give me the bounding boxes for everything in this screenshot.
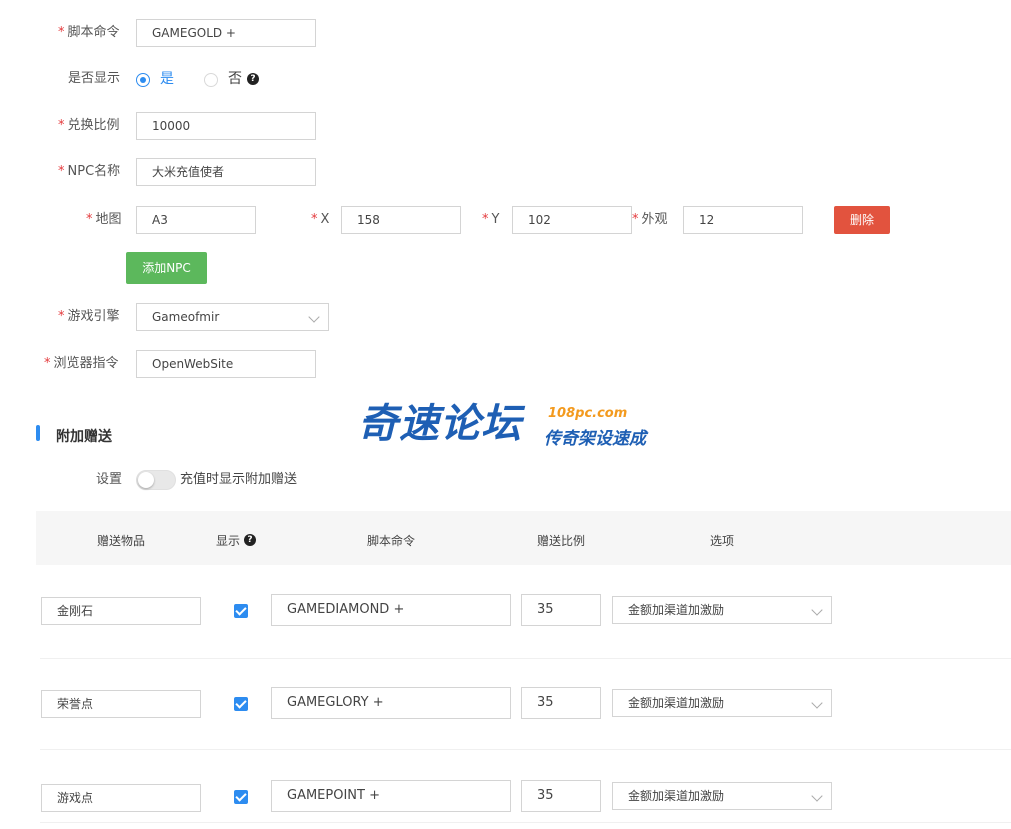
bonus-ratio-input[interactable]: 35	[521, 687, 601, 719]
section-accent-bar	[36, 425, 40, 441]
show-yes-radio[interactable]	[136, 73, 150, 87]
bonus-setting-label: 设置	[96, 472, 123, 487]
look-input[interactable]: 12	[683, 206, 803, 234]
browser-cmd-input[interactable]: OpenWebSite	[136, 350, 316, 378]
bonus-ratio-input[interactable]: 35	[521, 594, 601, 626]
bonus-cmd-input[interactable]: GAMEGLORY +	[271, 687, 511, 719]
row-divider	[40, 658, 1011, 659]
map-label: * 地图	[86, 212, 122, 227]
ratio-input[interactable]: 10000	[136, 112, 316, 140]
col-header-ratio: 赠送比例	[537, 534, 586, 548]
row-divider	[40, 749, 1011, 750]
row-divider	[40, 822, 1011, 823]
bonus-item-input[interactable]: 荣誉点	[41, 690, 201, 718]
watermark-url: 108pc.com	[548, 406, 628, 421]
y-input[interactable]: 102	[512, 206, 632, 234]
col-header-item: 赠送物品	[97, 534, 146, 548]
script-cmd-input[interactable]: GAMEGOLD +	[136, 19, 316, 47]
show-yes-label: 是	[160, 71, 174, 87]
x-label: * X	[311, 212, 330, 227]
script-cmd-label: * 脚本命令	[58, 25, 120, 40]
bonus-toggle-switch[interactable]	[136, 470, 176, 490]
bonus-item-input[interactable]: 金刚石	[41, 597, 201, 625]
chevron-down-icon	[811, 790, 823, 802]
engine-select[interactable]: Gameofmir	[136, 303, 329, 331]
bonus-table-header	[36, 511, 1011, 565]
watermark-main: 奇速论坛	[358, 401, 522, 447]
help-icon[interactable]: ?	[244, 534, 256, 546]
col-header-cmd: 脚本命令	[367, 534, 416, 548]
chevron-down-icon	[811, 697, 823, 709]
bonus-ratio-input[interactable]: 35	[521, 780, 601, 812]
npc-name-input[interactable]: 大米充值使者	[136, 158, 316, 186]
ratio-label: * 兑换比例	[58, 118, 120, 133]
watermark-sub: 传奇架设速成	[544, 429, 646, 449]
show-label: 是否显示	[68, 71, 121, 86]
map-input[interactable]: A3	[136, 206, 256, 234]
col-header-show: 显示	[216, 534, 241, 548]
bonus-toggle-label: 充值时显示附加赠送	[180, 472, 298, 487]
bonus-option-select[interactable]: 金额加渠道加激励	[612, 689, 832, 717]
engine-label: * 游戏引擎	[58, 309, 120, 324]
bonus-option-select[interactable]: 金额加渠道加激励	[612, 782, 832, 810]
bonus-option-value: 金额加渠道加激励	[628, 789, 725, 803]
help-icon[interactable]: ?	[247, 73, 259, 85]
look-label: * 外观	[632, 212, 668, 227]
bonus-show-checkbox[interactable]	[234, 697, 248, 711]
y-label: * Y	[482, 212, 500, 227]
chevron-down-icon	[308, 311, 320, 323]
watermark: 奇速论坛 108pc.com 传奇架设速成	[358, 398, 658, 450]
chevron-down-icon	[811, 604, 823, 616]
npc-name-label: * NPC名称	[58, 164, 121, 179]
x-input[interactable]: 158	[341, 206, 461, 234]
bonus-show-checkbox[interactable]	[234, 604, 248, 618]
delete-button[interactable]: 删除	[834, 206, 890, 234]
show-no-label: 否	[228, 71, 242, 87]
bonus-section-title: 附加赠送	[56, 429, 112, 445]
engine-select-value: Gameofmir	[152, 310, 220, 324]
bonus-item-input[interactable]: 游戏点	[41, 784, 201, 812]
bonus-option-value: 金额加渠道加激励	[628, 603, 725, 617]
show-no-radio[interactable]	[204, 73, 218, 87]
bonus-cmd-input[interactable]: GAMEDIAMOND +	[271, 594, 511, 626]
bonus-cmd-input[interactable]: GAMEPOINT +	[271, 780, 511, 812]
col-header-option: 选项	[710, 534, 735, 548]
bonus-option-value: 金额加渠道加激励	[628, 696, 725, 710]
bonus-option-select[interactable]: 金额加渠道加激励	[612, 596, 832, 624]
add-npc-button[interactable]: 添加NPC	[126, 252, 207, 284]
browser-cmd-label: * 浏览器指令	[44, 356, 119, 371]
bonus-show-checkbox[interactable]	[234, 790, 248, 804]
